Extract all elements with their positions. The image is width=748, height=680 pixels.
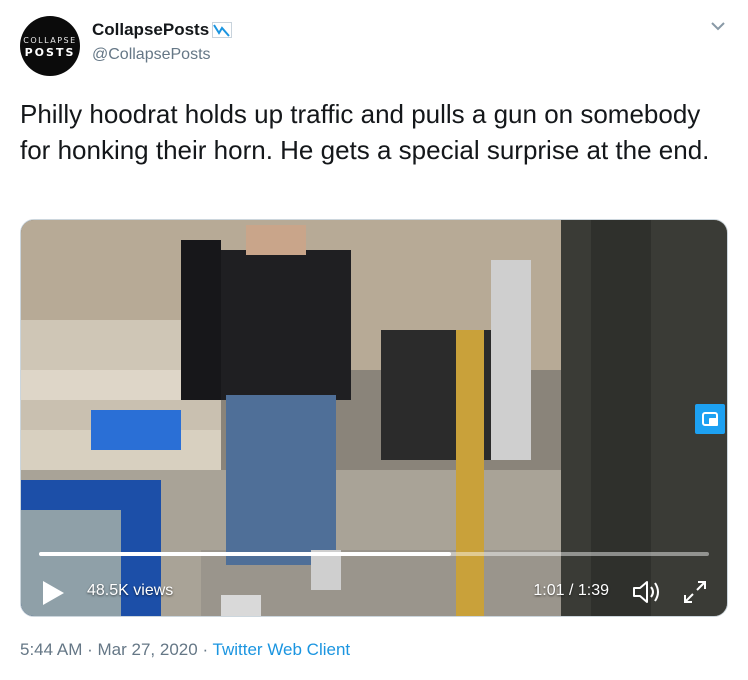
volume-icon[interactable] (631, 578, 663, 606)
author-handle[interactable]: @CollapsePosts (92, 46, 211, 64)
author-name-row: CollapsePosts (92, 20, 233, 40)
picture-in-picture-icon (702, 412, 718, 426)
avatar[interactable]: COLLAPSE POSTS (20, 16, 80, 76)
tweet-meta: 5:44 AM · Mar 27, 2020 · Twitter Web Cli… (20, 640, 350, 660)
chart-decline-icon (212, 22, 233, 38)
view-count: 48.5K views (87, 582, 174, 599)
tweet-client-link[interactable]: Twitter Web Client (213, 640, 351, 659)
chevron-down-icon[interactable] (710, 20, 726, 32)
fullscreen-icon[interactable] (681, 578, 709, 606)
tweet-time[interactable]: 5:44 AM (20, 640, 82, 659)
video-progress-fill (39, 552, 452, 556)
avatar-text-top: COLLAPSE (23, 36, 77, 45)
tweet-text: Philly hoodrat holds up traffic and pull… (20, 99, 710, 165)
video-player[interactable]: 48.5K views 1:01 / 1:39 (20, 219, 728, 617)
play-icon[interactable] (41, 580, 65, 606)
video-time: 1:01 / 1:39 (533, 582, 609, 599)
video-frame (21, 220, 727, 616)
video-progress-bar[interactable] (39, 552, 709, 556)
picture-in-picture-button[interactable] (695, 404, 725, 434)
tweet-date[interactable]: Mar 27, 2020 (98, 640, 198, 659)
meta-separator: · (202, 640, 209, 659)
display-name[interactable]: CollapsePosts (92, 20, 209, 40)
meta-separator: · (87, 640, 93, 659)
avatar-text-bottom: POSTS (24, 46, 76, 59)
